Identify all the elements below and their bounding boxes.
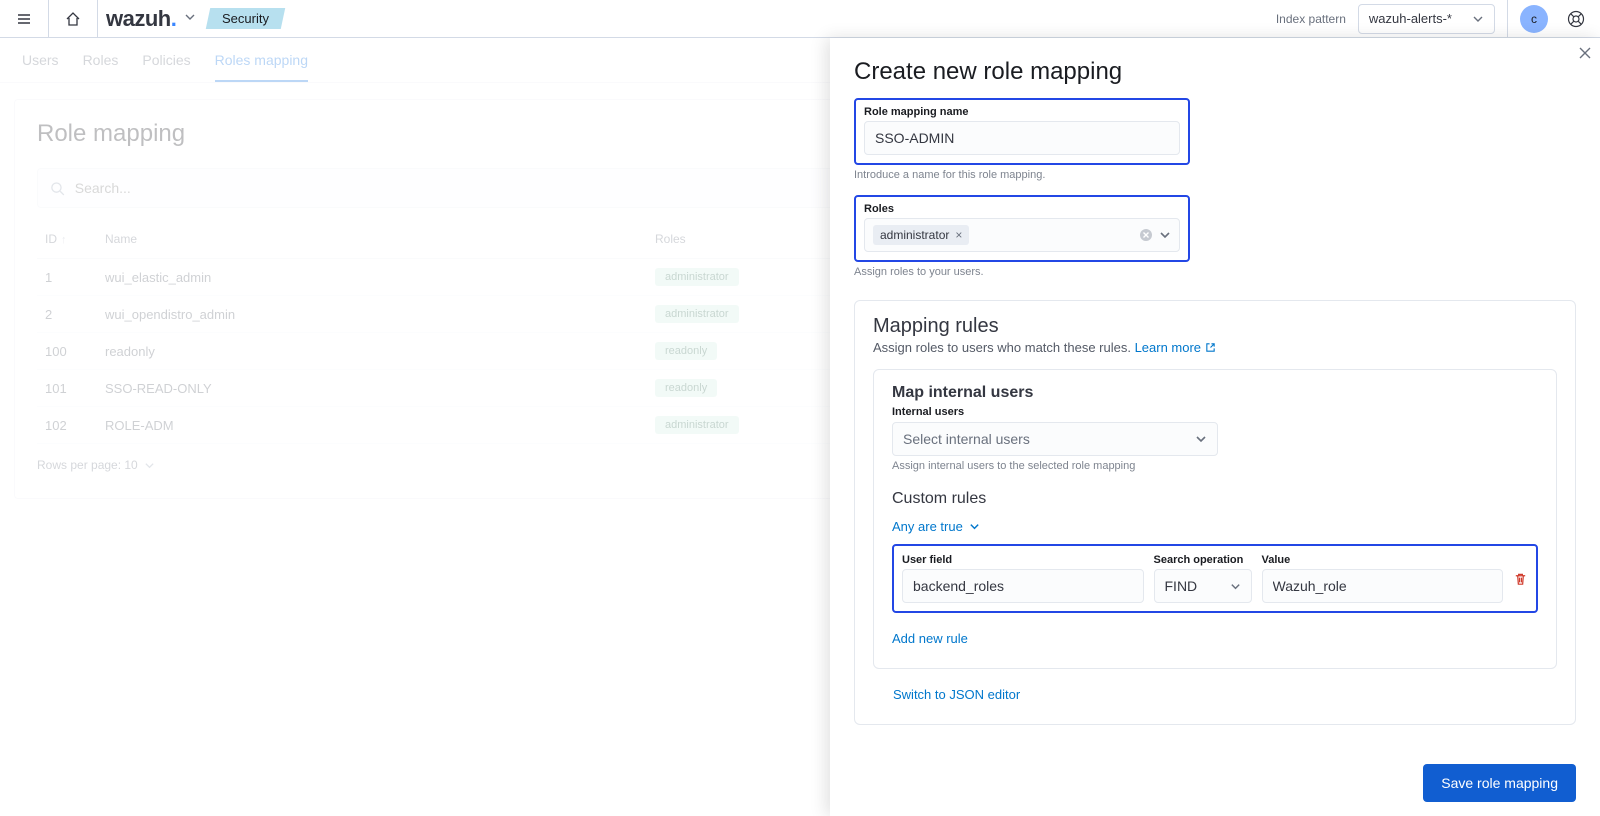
brand-logo[interactable]: wazuh.	[106, 6, 176, 32]
map-internal-users-title: Map internal users	[892, 384, 1538, 402]
col-name[interactable]: Name	[97, 220, 647, 259]
tab-users[interactable]: Users	[22, 52, 59, 82]
name-helper: Introduce a name for this role mapping.	[854, 169, 1576, 181]
role-tag-administrator: administrator ×	[873, 225, 969, 245]
user-field-label: User field	[902, 554, 1144, 566]
roles-label: Roles	[864, 203, 1180, 215]
roles-combobox[interactable]: administrator ×	[864, 218, 1180, 252]
add-new-rule-link[interactable]: Add new rule	[892, 631, 968, 646]
lifebuoy-icon	[1567, 10, 1585, 28]
role-badge: administrator	[655, 416, 739, 434]
home-button[interactable]	[57, 3, 89, 35]
search-icon	[50, 181, 65, 196]
chevron-down-icon	[969, 521, 980, 532]
index-pattern-label: Index pattern	[1276, 12, 1346, 26]
nav-toggle-button[interactable]	[8, 3, 40, 35]
help-button[interactable]	[1560, 3, 1592, 35]
close-icon	[1578, 46, 1592, 60]
col-id[interactable]: ID↑	[37, 220, 97, 259]
learn-more-link[interactable]: Learn more	[1135, 340, 1216, 355]
chevron-down-icon	[1230, 581, 1241, 592]
role-badge: administrator	[655, 305, 739, 323]
role-mapping-name-field: Role mapping name	[854, 98, 1190, 165]
clear-icon[interactable]	[1139, 228, 1153, 242]
chevron-down-icon	[1195, 433, 1207, 445]
switch-json-editor-link[interactable]: Switch to JSON editor	[873, 687, 1020, 702]
rule-value-input[interactable]	[1262, 569, 1504, 603]
chevron-down-icon[interactable]	[184, 10, 196, 28]
delete-rule-button[interactable]	[1513, 572, 1528, 592]
roles-helper: Assign roles to your users.	[854, 266, 1576, 278]
role-badge: administrator	[655, 268, 739, 286]
index-pattern-select[interactable]: wazuh-alerts-*	[1358, 4, 1495, 34]
match-mode-select[interactable]: Any are true	[892, 519, 980, 534]
value-label: Value	[1262, 554, 1504, 566]
custom-rule-row: User field Search operation FIND Val	[892, 544, 1538, 613]
trash-icon	[1513, 572, 1528, 587]
mapping-rules-panel: Mapping rules Assign roles to users who …	[854, 300, 1576, 725]
rules-sub-panel: Map internal users Internal users Select…	[873, 369, 1557, 669]
search-operation-select[interactable]: FIND	[1154, 569, 1252, 603]
role-badge: readonly	[655, 379, 717, 397]
internal-users-helper: Assign internal users to the selected ro…	[892, 460, 1538, 472]
topbar: wazuh. Security Index pattern wazuh-aler…	[0, 0, 1600, 38]
index-pattern-value: wazuh-alerts-*	[1369, 11, 1452, 26]
internal-users-label: Internal users	[892, 406, 1538, 418]
flyout-title: Create new role mapping	[854, 58, 1576, 86]
internal-users-select[interactable]: Select internal users	[892, 422, 1218, 456]
role-badge: readonly	[655, 342, 717, 360]
sort-asc-icon: ↑	[61, 234, 67, 246]
home-icon	[64, 10, 82, 28]
brand-dot: .	[171, 6, 177, 32]
tab-policies[interactable]: Policies	[142, 52, 190, 82]
tab-roles[interactable]: Roles	[83, 52, 119, 82]
role-mapping-name-input[interactable]	[864, 121, 1180, 155]
brand-text: wazuh	[106, 6, 171, 32]
save-role-mapping-button[interactable]: Save role mapping	[1423, 764, 1576, 802]
create-role-mapping-flyout: Create new role mapping Role mapping nam…	[830, 38, 1600, 816]
search-operation-label: Search operation	[1154, 554, 1252, 566]
breadcrumb-security[interactable]: Security	[206, 8, 285, 29]
custom-rules-title: Custom rules	[892, 490, 1538, 508]
chevron-down-icon	[1472, 13, 1484, 25]
chevron-down-icon[interactable]	[1159, 229, 1171, 241]
remove-role-button[interactable]: ×	[955, 228, 962, 242]
mapping-rules-subtitle: Assign roles to users who match these ru…	[873, 340, 1557, 355]
hamburger-icon	[16, 11, 32, 27]
user-field-input[interactable]	[902, 569, 1144, 603]
name-label: Role mapping name	[864, 106, 1180, 118]
flyout-close-button[interactable]	[1578, 46, 1592, 65]
mapping-rules-title: Mapping rules	[873, 315, 1557, 338]
user-avatar[interactable]: c	[1520, 5, 1548, 33]
external-link-icon	[1205, 342, 1216, 353]
chevron-down-icon	[144, 460, 155, 471]
roles-field: Roles administrator ×	[854, 195, 1190, 262]
tab-roles-mapping[interactable]: Roles mapping	[215, 52, 308, 82]
